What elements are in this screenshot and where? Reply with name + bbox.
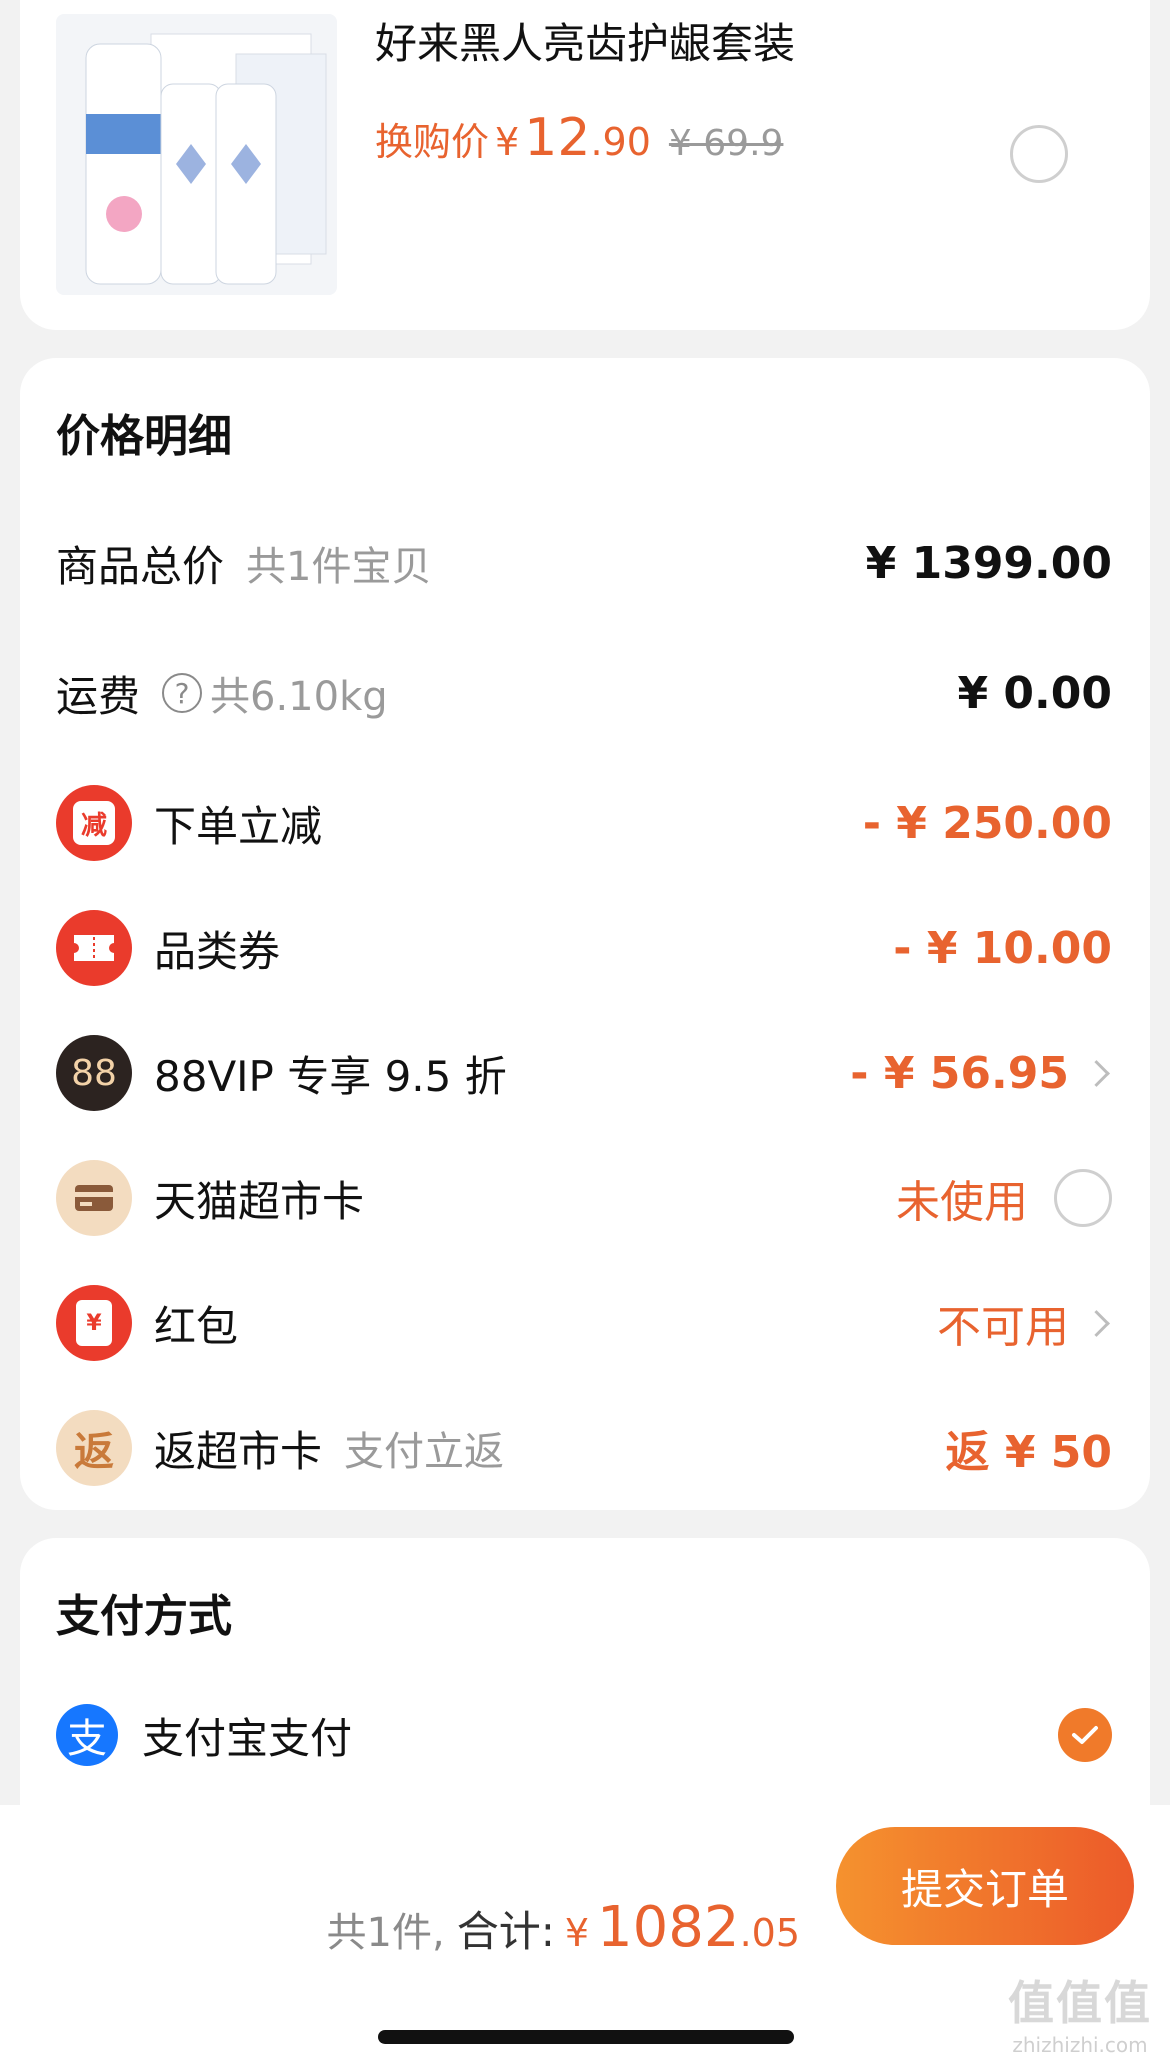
instant-discount-label: 下单立减 [154, 801, 323, 851]
shipping-label: 运费 [56, 671, 141, 721]
shipping-row: 运费 ? 共6.10kg ¥ 0.00 [56, 653, 1112, 733]
help-icon[interactable]: ? [162, 673, 203, 713]
product-image[interactable] [56, 14, 337, 295]
red-packet-icon: ¥ [56, 1285, 132, 1361]
goods-total-label: 商品总价 [56, 541, 225, 591]
cashback-icon: 返 [56, 1410, 132, 1486]
currency-symbol: ¥ [564, 1911, 590, 1955]
cashback-row: 返 返超市卡 支付立返 返 ¥ 50 [56, 1408, 1112, 1488]
tmall-card-label: 天猫超市卡 [154, 1176, 365, 1226]
price-decimal: .90 [590, 120, 651, 164]
discount-icon: 减 [56, 785, 132, 861]
card-icon [56, 1160, 132, 1236]
red-packet-status: 不可用 [937, 1291, 1112, 1355]
watermark: 值值值 zhizhizhi.com [1008, 1976, 1152, 2057]
addon-price: 换购价 ¥ 12.90 ¥ 69.9 [375, 108, 783, 168]
chevron-right-icon [1083, 1059, 1110, 1087]
addon-product-card: 好来黑人亮齿护龈套装 换购价 ¥ 12.90 ¥ 69.9 [20, 0, 1150, 330]
payment-title: 支付方式 [56, 1591, 232, 1642]
coupon-icon [56, 910, 132, 986]
tmall-card-radio[interactable] [1054, 1169, 1112, 1227]
chevron-right-icon [1083, 1309, 1110, 1337]
goods-total-row: 商品总价 共1件宝贝 ¥ 1399.00 [56, 523, 1112, 603]
price-detail-title: 价格明细 [56, 411, 232, 462]
vip-label: 88VIP 专享 9.5 折 [154, 1051, 507, 1101]
category-coupon-row[interactable]: 品类券 - ¥ 10.00 [56, 908, 1112, 988]
original-price: ¥ 69.9 [668, 123, 784, 164]
checkmark-icon[interactable] [1058, 1708, 1112, 1762]
category-coupon-value: - ¥ 10.00 [893, 922, 1112, 974]
tmall-card-status: 未使用 [896, 1166, 1112, 1230]
vip-discount-row[interactable]: 88 88VIP 专享 9.5 折 - ¥ 56.95 [56, 1033, 1112, 1113]
currency-symbol: ¥ [495, 120, 520, 164]
tmall-card-row[interactable]: 天猫超市卡 未使用 [56, 1158, 1112, 1238]
cashback-label: 返超市卡 [154, 1426, 323, 1476]
home-indicator[interactable] [378, 2030, 794, 2044]
shipping-weight: 共6.10kg [210, 674, 388, 720]
total-label: 合计: [456, 1907, 555, 1956]
cashback-value: 返 ¥ 50 [945, 1427, 1112, 1478]
price-integer: 12 [524, 108, 591, 168]
alipay-label: 支付宝支付 [142, 1713, 353, 1763]
vip-88-icon: 88 [56, 1035, 132, 1111]
product-title[interactable]: 好来黑人亮齿护龈套装 [375, 10, 795, 71]
instant-discount-row: 减 下单立减 - ¥ 250.00 [56, 783, 1112, 863]
goods-count: 共1件宝贝 [246, 544, 432, 590]
goods-total-value: ¥ 1399.00 [865, 537, 1112, 589]
price-detail-card: 价格明细 商品总价 共1件宝贝 ¥ 1399.00 运费 ? 共6.10kg ¥… [20, 358, 1150, 1510]
category-coupon-label: 品类券 [154, 926, 281, 976]
order-total: 共1件, 合计: ¥ 1082.05 [327, 1895, 800, 1960]
red-packet-label: 红包 [154, 1301, 239, 1351]
submit-order-button[interactable]: 提交订单 [836, 1827, 1134, 1945]
total-integer: 1082 [597, 1895, 740, 1960]
shipping-value: ¥ 0.00 [957, 667, 1113, 719]
vip-value: - ¥ 56.95 [850, 1048, 1112, 1099]
addon-select-radio[interactable] [1010, 125, 1068, 183]
alipay-row[interactable]: 支 支付宝支付 [56, 1695, 1112, 1775]
total-decimal: .05 [739, 1911, 800, 1955]
instant-discount-value: - ¥ 250.00 [862, 797, 1112, 849]
item-count: 共1件, [326, 1910, 445, 1956]
checkout-bar: 共1件, 合计: ¥ 1082.05 提交订单 值值值 zhizhizhi.co… [0, 1805, 1170, 2067]
alipay-icon: 支 [56, 1704, 118, 1766]
red-packet-row[interactable]: ¥ 红包 不可用 [56, 1283, 1112, 1363]
price-label: 换购价 [375, 120, 490, 164]
cashback-sub: 支付立返 [344, 1429, 505, 1475]
